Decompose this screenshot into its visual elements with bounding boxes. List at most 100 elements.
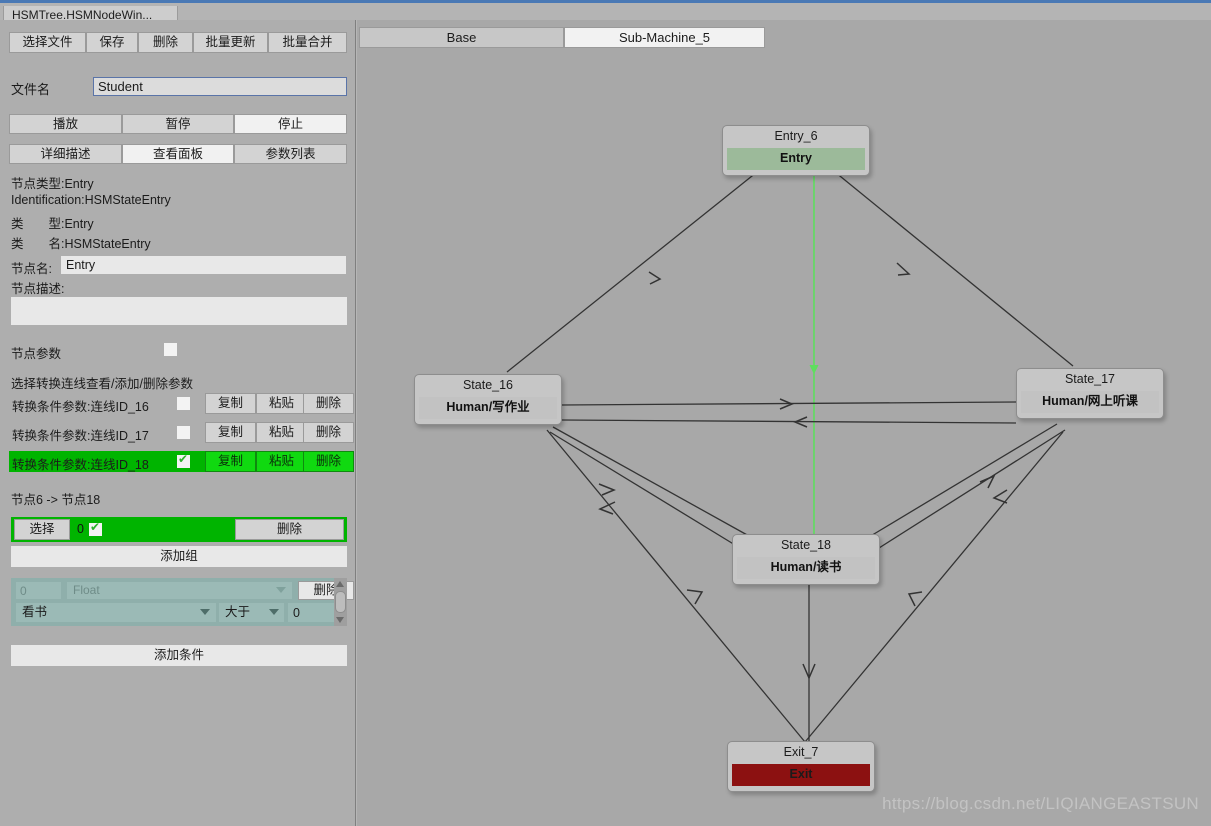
transition-delete-button[interactable]: 删除 [303,422,354,443]
node-body: Entry [727,148,865,170]
transition-row[interactable]: 转换条件参数:连线ID_16 复制 粘贴 删除 [9,393,354,414]
condition-editor: Float 删除 看书 大于 [11,578,354,626]
group-checkbox[interactable] [89,520,102,536]
batch-merge-button[interactable]: 批量合并 [268,32,347,53]
transition-row[interactable]: 转换条件参数:连线ID_17 复制 粘贴 删除 [9,422,354,443]
inspector-tabs: 详细描述 查看面板 参数列表 [9,144,347,164]
info-class-name: 类 名:HSMStateEntry [11,237,151,251]
node-name-label: 节点名: [11,262,52,276]
transition-paste-button[interactable]: 粘贴 [256,451,307,472]
graph-node-exit7[interactable]: Exit_7 Exit [727,741,875,792]
node-title: Entry_6 [774,129,818,143]
edge-state16-exit7 [546,429,806,743]
condition-parameter-dropdown[interactable]: 看书 [16,603,216,622]
tab-parameter-list[interactable]: 参数列表 [234,144,347,164]
chevron-down-icon [269,609,279,615]
pause-button[interactable]: 暂停 [122,114,234,134]
edge-state17-exit7 [804,431,1064,743]
node-body: Human/写作业 [419,397,557,419]
edge-arrow-entry6-state16 [648,271,662,285]
edge-arrow-state16-state18 [598,483,616,496]
transition-label: 转换条件参数:连线ID_18 [12,458,149,472]
graph-node-state18[interactable]: State_18 Human/读书 [732,534,880,585]
node-description-input[interactable] [11,297,347,325]
node-title: State_17 [1064,372,1116,386]
transition-copy-button[interactable]: 复制 [205,422,256,443]
add-group-button[interactable]: 添加组 [11,546,347,567]
condition-operator-label: 大于 [225,605,251,619]
save-button[interactable]: 保存 [86,32,138,53]
filename-label: 文件名 [11,82,51,97]
edge-arrow-entry6-state17b [896,262,911,276]
condition-scrollbar[interactable] [334,578,347,626]
transition-label: 转换条件参数:连线ID_16 [12,400,149,414]
condition-operator-dropdown[interactable]: 大于 [219,603,284,622]
node-body: Human/读书 [737,557,875,579]
transition-paste-button[interactable]: 粘贴 [256,422,307,443]
condition-group-row: 选择 0 删除 [11,517,347,542]
select-transition-hint: 选择转换连线查看/添加/删除参数 [11,377,193,391]
group-index-label: 0 [77,522,84,536]
transition-node-pair-label: 节点6 -> 节点18 [11,493,101,507]
application-window: HSMTree.HSMNodeWin... 选择文件 保存 删除 批量更新 批量… [0,0,1211,826]
transition-delete-button[interactable]: 删除 [303,451,354,472]
node-parameter-checkbox[interactable] [164,343,177,356]
transition-row-selected[interactable]: 转换条件参数:连线ID_18 复制 粘贴 删除 [9,451,354,472]
playback-controls: 播放 暂停 停止 [9,114,347,134]
edge-state18-state17 [868,423,1058,538]
group-select-button[interactable]: 选择 [14,519,70,540]
transition-delete-button[interactable]: 删除 [303,393,354,414]
node-body: Exit [732,764,870,786]
inspector-panel: 选择文件 保存 删除 批量更新 批量合并 文件名 播放 暂停 停止 详细描述 查… [0,20,356,826]
edge-entry6-state16 [506,171,758,373]
stop-button[interactable]: 停止 [234,114,347,134]
add-condition-button[interactable]: 添加条件 [11,645,347,666]
condition-index-input[interactable] [16,582,61,599]
play-button[interactable]: 播放 [9,114,122,134]
edge-state16-state18 [552,426,750,537]
transition-copy-button[interactable]: 复制 [205,393,256,414]
transition-checkbox[interactable] [177,452,190,468]
node-description-label: 节点描述: [11,282,65,296]
transition-copy-button[interactable]: 复制 [205,451,256,472]
edge-state17-state18 [878,429,1066,549]
delete-button[interactable]: 删除 [138,32,193,53]
transition-checkbox[interactable] [177,426,190,439]
scrollbar-thumb[interactable] [335,591,346,613]
transition-label: 转换条件参数:连线ID_17 [12,429,149,443]
edge-state18-state16 [549,431,741,549]
state-machine-canvas[interactable]: Base Sub-Machine_5 Entry_6 Entry State_1… [357,20,1211,826]
batch-update-button[interactable]: 批量更新 [193,32,268,53]
node-name-input[interactable] [61,256,346,274]
scroll-down-icon[interactable] [336,617,344,623]
graph-node-state17[interactable]: State_17 Human/网上听课 [1016,368,1164,419]
select-file-button[interactable]: 选择文件 [9,32,86,53]
edge-arrow-entry6-state18 [809,364,819,375]
chevron-down-icon [200,609,210,615]
condition-parameter-label: 看书 [22,605,48,619]
info-identification: Identification:HSMStateEntry [11,193,171,207]
filename-row: 文件名 [11,77,347,97]
watermark-text: https://blog.csdn.net/LIQIANGEASTSUN [882,794,1199,813]
condition-type-dropdown[interactable]: Float [67,582,292,599]
edge-state17-state16 [561,419,1017,424]
tab-detail-description[interactable]: 详细描述 [9,144,122,164]
window-titlebar: HSMTree.HSMNodeWin... [0,0,1211,23]
filename-input[interactable] [93,77,347,96]
edge-entry6-state17 [834,171,1074,367]
graph-node-entry6[interactable]: Entry_6 Entry [722,125,870,176]
node-title: State_18 [780,538,832,552]
group-delete-button[interactable]: 删除 [235,519,344,540]
tab-view-panel[interactable]: 查看面板 [122,144,234,164]
node-parameter-label: 节点参数 [11,347,62,361]
graph-node-state16[interactable]: State_16 Human/写作业 [414,374,562,425]
transition-paste-button[interactable]: 粘贴 [256,393,307,414]
chevron-down-icon [276,587,286,593]
scroll-up-icon[interactable] [336,581,344,587]
info-node-type: 节点类型:Entry [11,177,94,191]
node-title: Exit_7 [783,745,819,759]
node-body: Human/网上听课 [1021,391,1159,413]
condition-value-input[interactable] [288,603,340,622]
transition-checkbox[interactable] [177,397,190,410]
condition-type-label: Float [73,583,100,597]
